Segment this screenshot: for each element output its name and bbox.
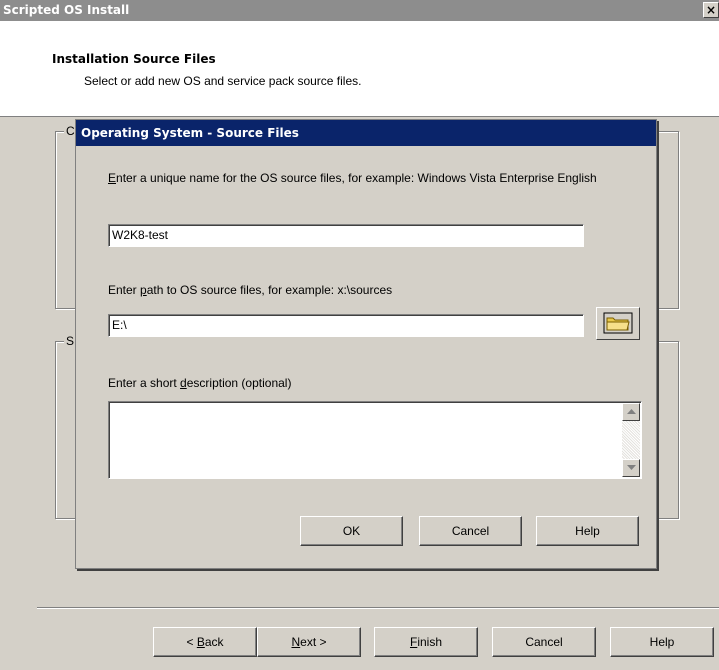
description-prompt-post: escription (optional) xyxy=(186,376,292,390)
description-scrollbar[interactable] xyxy=(622,403,640,477)
back-button-accesskey: B xyxy=(196,635,205,649)
next-button-accesskey: N xyxy=(291,635,301,649)
footer-separator xyxy=(37,607,719,609)
dialog-ok-label: OK xyxy=(342,524,361,538)
description-prompt: Enter a short description (optional) xyxy=(108,376,291,390)
help-button[interactable]: Help xyxy=(610,627,714,657)
close-button[interactable]: × xyxy=(703,2,719,18)
dialog-help-button[interactable]: Help xyxy=(536,516,639,546)
source-path-prompt-pre: Enter xyxy=(108,283,141,297)
page-title: Installation Source Files xyxy=(52,52,216,66)
source-path-prompt-post: ath to OS source files, for example: x:\… xyxy=(146,283,393,297)
next-button-label: ext > xyxy=(300,635,327,649)
source-files-dialog[interactable]: Operating System - Source Files Enter a … xyxy=(75,119,657,569)
close-icon: × xyxy=(705,3,717,17)
cancel-button[interactable]: Cancel xyxy=(492,627,596,657)
description-textarea[interactable] xyxy=(108,401,642,479)
finish-button-label: inish xyxy=(417,635,443,649)
description-prompt-pre: Enter a short xyxy=(108,376,181,390)
next-button[interactable]: Next > xyxy=(257,627,361,657)
os-name-prompt: Enter a unique name for the OS source fi… xyxy=(108,171,618,185)
back-button-prefix: < xyxy=(186,635,197,649)
window-title: Scripted OS Install xyxy=(3,3,130,17)
wizard-header: Installation Source Files Select or add … xyxy=(0,21,719,117)
source-path-prompt-accesskey: p xyxy=(140,283,147,297)
os-name-prompt-accesskey: E xyxy=(108,171,117,185)
dialog-title: Operating System - Source Files xyxy=(81,126,299,140)
dialog-help-label: Help xyxy=(575,524,600,538)
dialog-cancel-button[interactable]: Cancel xyxy=(419,516,522,546)
finish-button[interactable]: Finish xyxy=(374,627,478,657)
scroll-down-button[interactable] xyxy=(622,459,640,477)
folder-icon xyxy=(603,312,633,334)
arrow-down-icon xyxy=(627,465,636,470)
back-button-label: ack xyxy=(204,635,224,649)
dialog-ok-button[interactable]: OK xyxy=(300,516,403,546)
page-subtitle: Select or add new OS and service pack so… xyxy=(84,74,362,88)
cancel-button-label: Cancel xyxy=(525,635,563,649)
help-button-label: Help xyxy=(649,635,675,649)
os-name-prompt-text: nter a unique name for the OS source fil… xyxy=(116,171,597,185)
arrow-up-icon xyxy=(627,409,636,414)
dialog-cancel-label: Cancel xyxy=(451,524,490,538)
os-name-value: W2K8-test xyxy=(112,228,169,242)
window-title-bar[interactable]: Scripted OS Install × xyxy=(0,0,719,21)
description-prompt-accesskey: d xyxy=(180,376,187,390)
source-path-value: E:\ xyxy=(112,318,127,332)
browse-folder-button[interactable] xyxy=(596,307,640,340)
os-name-input[interactable]: W2K8-test xyxy=(108,224,584,247)
source-path-input[interactable]: E:\ xyxy=(108,314,584,337)
source-path-prompt: Enter path to OS source files, for examp… xyxy=(108,283,392,297)
back-button[interactable]: < Back xyxy=(153,627,257,657)
dialog-title-bar[interactable]: Operating System - Source Files xyxy=(76,120,656,146)
scroll-up-button[interactable] xyxy=(622,403,640,421)
